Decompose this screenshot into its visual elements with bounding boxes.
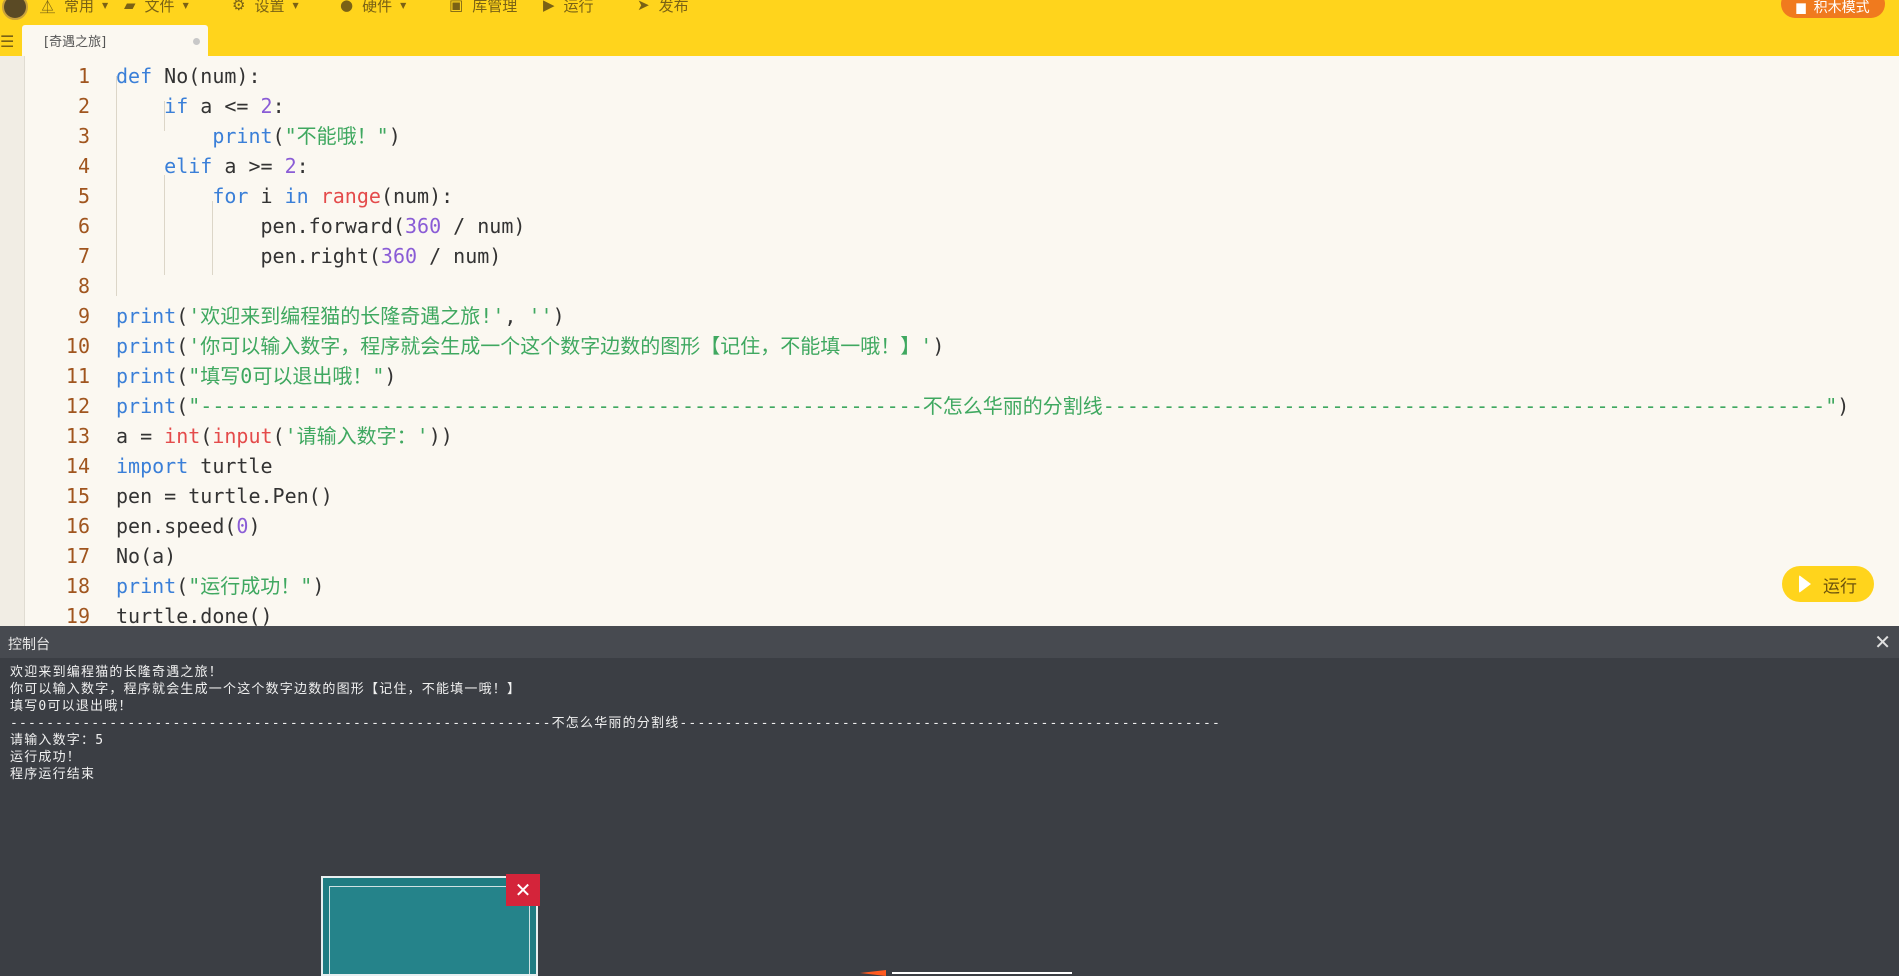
menu-item-label: 运行 [563,0,594,15]
menu-item-0[interactable]: ⏅ 常用 ▼ [40,0,109,15]
line-number: 11 [65,364,90,388]
turtle-drawing [860,966,1090,976]
chevron-down-icon: ▼ [182,0,189,10]
tab-modified-dot[interactable] [193,38,200,45]
menu-item-2[interactable]: ⚙ 设置 ▼ [232,0,299,15]
code-text: if a <= 2: [164,94,285,118]
hamburger-icon[interactable]: ☰ [0,32,14,51]
menu-item-3[interactable]: ● 硬件 ▼ [340,0,407,15]
editor-side-strip [0,56,24,626]
code-text: print("填写0可以退出哦！") [116,364,397,388]
line-number: 4 [77,154,90,178]
console-line: 程序运行结束 [10,767,96,782]
line-number: 18 [65,574,90,598]
line-number: 17 [65,544,90,568]
console-header: 控制台 ✕ [0,626,1899,658]
menu-item-6[interactable]: ➤ 发布 [637,0,689,15]
menu-item-1[interactable]: ▰ 文件 ▼ [124,0,189,15]
send-icon: ➤ [637,0,650,14]
menu-item-4[interactable]: ▣ 库管理 [449,0,518,15]
play-icon: ▶ [543,0,555,14]
code-text: No(a) [116,544,177,568]
code-text: for i in range(num): [212,184,454,208]
library-icon: ▣ [449,0,464,14]
line-number: 13 [65,424,90,448]
code-text: elif a >= 2: [164,154,309,178]
menu-item-5[interactable]: ▶ 运行 [543,0,594,15]
menu-item-label: 文件 [144,0,175,15]
code-text: pen.forward(360 / num) [116,214,526,238]
code-text: turtle.done() [116,604,273,626]
code-text: print('你可以输入数字，程序就会生成一个这个数字边数的图形【记住，不能填一… [116,334,945,358]
console-line: 运行成功！ [10,750,82,765]
close-icon[interactable]: ✕ [506,874,540,906]
code-text: pen.speed(0) [116,514,261,538]
tab-bar: ☰ [奇遇之旅] [0,25,1899,56]
run-button-label: 运行 [1823,576,1857,597]
line-number: 9 [77,304,90,328]
console-line: 填写0可以退出哦！ [10,699,133,714]
console-line: 你可以输入数字，程序就会生成一个这个数字边数的图形【记住，不能填一哦！】 [10,682,522,697]
block-mode-label: 积木模式 [1813,0,1870,16]
file-tab[interactable]: [奇遇之旅] [22,25,208,56]
code-text: a = int(input('请输入数字：')) [116,424,453,448]
chevron-down-icon: ▼ [400,0,407,10]
console-line: ----------------------------------------… [10,716,1221,731]
code-editor[interactable]: 1 def No(num): 2 if a <= 2: 3 print("不能哦！")… [0,56,1899,626]
gear-icon: ⚙ [232,0,246,14]
line-number: 8 [77,274,90,298]
menu-item-label: 设置 [254,0,285,15]
line-number: 16 [65,514,90,538]
console-line: 欢迎来到编程猫的长隆奇遇之旅！ [10,665,224,680]
gutter-divider [24,56,25,626]
line-number: 7 [77,244,90,268]
file-tab-label: [奇遇之旅] [44,35,107,50]
play-icon [1799,575,1811,593]
menu-item-label: 库管理 [472,0,518,15]
turtle-window[interactable]: ✕ [321,874,540,976]
console-output[interactable]: 欢迎来到编程猫的长隆奇遇之旅！ 你可以输入数字，程序就会生成一个这个数字边数的图形… [10,664,1221,783]
close-icon[interactable]: ✕ [1874,630,1891,654]
code-text: print("不能哦！") [212,124,401,148]
console-title: 控制台 [8,637,50,653]
app-logo[interactable] [2,0,28,20]
turtle-window-canvas [329,886,530,974]
console-line: 请输入数字：5 [10,733,105,748]
line-number: 10 [65,334,90,358]
code-text: import turtle [116,454,273,478]
turtle-cursor-icon [860,970,886,976]
turtle-line [892,972,1072,974]
code-text: pen.right(360 / num) [116,244,502,268]
line-number: 15 [65,484,90,508]
code-text: def No(num): [116,64,261,88]
sigma-icon: ⏅ [40,0,56,15]
line-number: 2 [77,94,90,118]
code-text: pen = turtle.Pen() [116,484,333,508]
chevron-down-icon: ▼ [292,0,299,10]
code-text: print("---------------------------------… [116,394,1850,418]
line-number: 1 [77,64,90,88]
run-button[interactable]: 运行 [1782,566,1874,602]
line-number: 6 [77,214,90,238]
menu-item-label: 发布 [658,0,689,15]
block-mode-button[interactable]: ▆ 积木模式 [1781,0,1885,18]
folder-icon: ▰ [124,0,136,14]
line-number: 19 [65,604,90,626]
menu-item-label: 硬件 [362,0,393,15]
line-number: 5 [77,184,90,208]
blocks-icon: ▆ [1796,0,1806,14]
chevron-down-icon: ▼ [102,0,109,10]
line-number: 3 [77,124,90,148]
menu-item-label: 常用 [64,0,95,15]
code-text: print('欢迎来到编程猫的长隆奇遇之旅!', '') [116,304,565,328]
console-panel: 控制台 ✕ 欢迎来到编程猫的长隆奇遇之旅！ 你可以输入数字，程序就会生成一个这个数… [0,626,1899,976]
line-number: 12 [65,394,90,418]
line-number: 14 [65,454,90,478]
code-text: print("运行成功！") [116,574,325,598]
hardware-icon: ● [340,0,354,14]
